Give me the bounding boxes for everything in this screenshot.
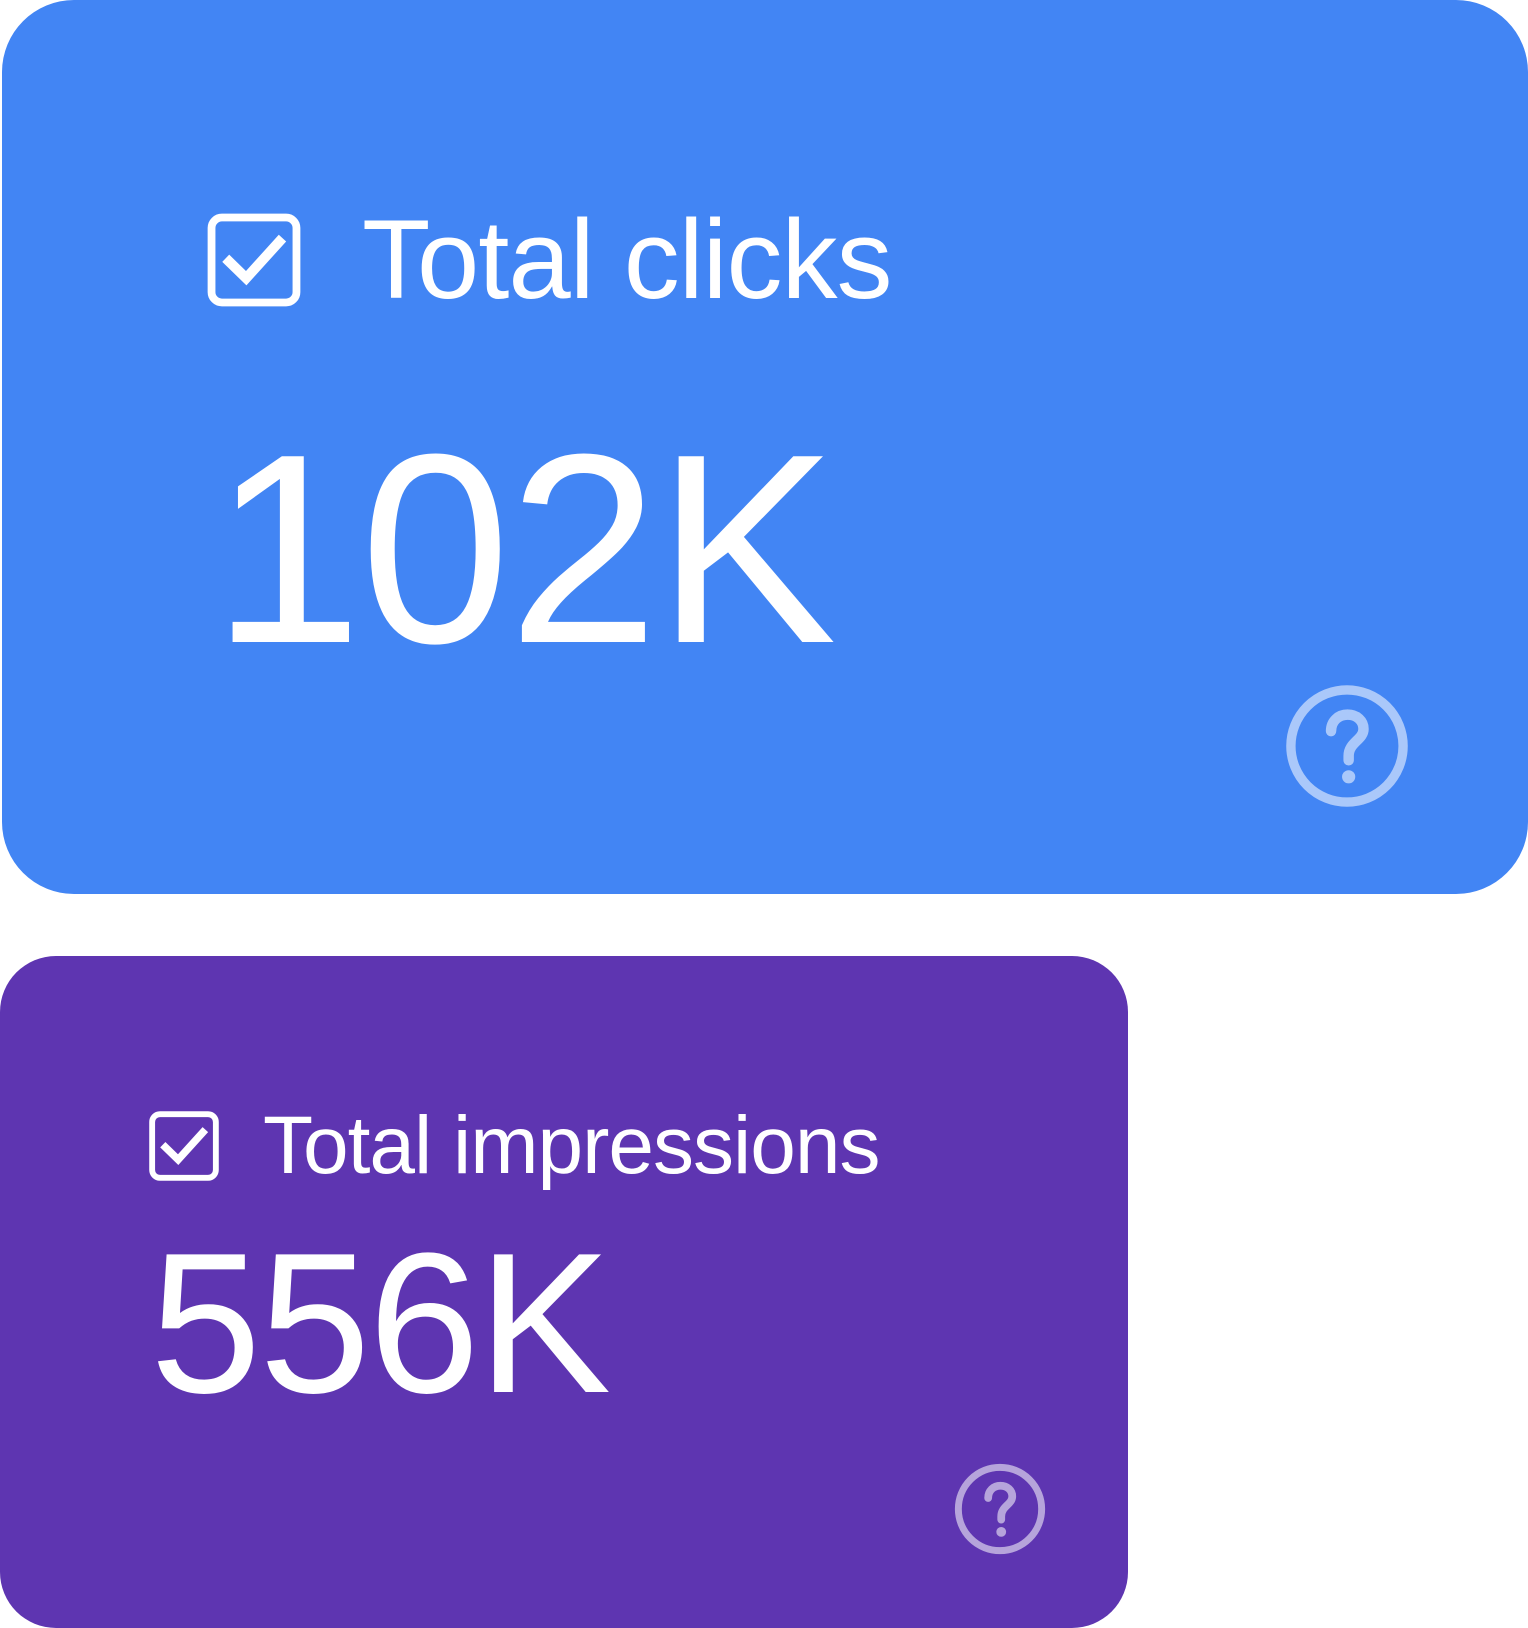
help-circle-icon[interactable] xyxy=(1281,680,1413,812)
metric-card-total-clicks[interactable]: Total clicks 102K xyxy=(2,0,1528,894)
checkbox-checked-icon[interactable] xyxy=(202,208,306,312)
metric-card-header: Total impressions xyxy=(145,1100,880,1191)
metric-label: Total impressions xyxy=(263,1100,880,1191)
checkbox-checked-icon[interactable] xyxy=(145,1107,223,1185)
metric-card-header: Total clicks xyxy=(202,197,892,322)
metric-card-total-impressions[interactable]: Total impressions 556K xyxy=(0,956,1128,1628)
metric-value: 102K xyxy=(212,399,837,700)
metric-label: Total clicks xyxy=(362,197,892,322)
help-circle-icon[interactable] xyxy=(951,1460,1049,1558)
metric-value: 556K xyxy=(150,1212,611,1435)
